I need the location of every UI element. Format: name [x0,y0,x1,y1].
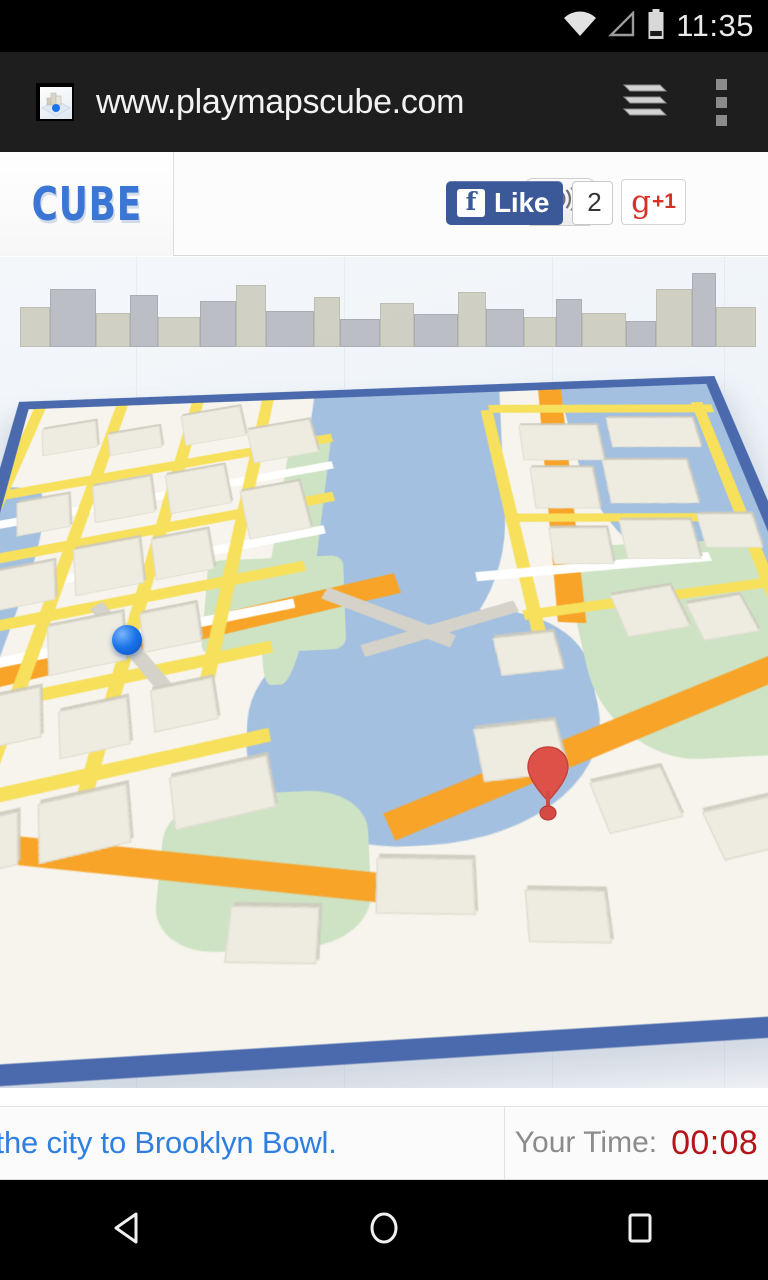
site-header: CUBE g +1 f Like 2 [0,151,768,256]
facebook-f-icon: f [457,188,485,217]
menu-dot-3 [715,114,727,126]
recents-icon [618,1206,662,1255]
building [524,889,612,944]
ring-road-top [488,404,715,413]
overflow-menu-icon[interactable] [698,71,744,133]
building [0,811,19,885]
building [701,796,768,861]
cell-signal-icon [608,9,636,42]
facebook-like-button[interactable]: f Like [446,180,564,225]
game-info-bar: ugh the city to Brooklyn Bowl. Your Time… [0,1106,768,1180]
map-plane[interactable] [0,375,768,1088]
gplus-g-label: g [631,183,651,220]
building [518,424,605,461]
building [529,467,601,509]
building [548,527,615,565]
wifi-icon [563,11,597,42]
building [375,857,476,916]
back-button[interactable] [53,1180,203,1280]
tab-stack-icon[interactable] [614,71,676,133]
game-canvas[interactable] [0,257,768,1088]
building [224,905,320,965]
time-value: 00:08 [671,1123,759,1162]
building [150,528,215,581]
facebook-like-count: 2 [572,180,613,225]
site-logo-text: CUBE [31,176,142,231]
recents-button[interactable] [565,1180,715,1280]
menu-dot-2 [715,96,727,108]
city-skyline [0,257,768,347]
mission-text: ugh the city to Brooklyn Bowl. [0,1125,337,1160]
building [139,602,202,654]
browser-toolbar: www.playmapscube.com [0,52,768,152]
site-logo[interactable]: CUBE [0,151,174,256]
gplus-plus-label: +1 [651,189,676,213]
building [589,766,684,835]
back-icon [106,1206,150,1255]
header-tools: g +1 f Like 2 [174,152,768,256]
building [58,696,131,760]
building [92,475,156,524]
phone-screen: 11:35 www.playmapscube.com CUBE g +1 f L… [0,0,768,1280]
android-nav-bar [0,1180,768,1280]
destination-pin [526,745,570,829]
building [605,417,702,448]
building [0,686,42,754]
site-favicon [36,83,74,121]
home-button[interactable] [309,1180,459,1280]
status-clock: 11:35 [676,8,754,43]
menu-dot-1 [715,78,727,90]
building [492,631,564,676]
building [618,519,702,559]
facebook-like-label: Like [494,186,550,218]
battery-icon [647,8,665,44]
facebook-like-widget: f Like 2 [446,180,613,226]
map-plane-frame [0,375,768,1088]
player-ball [112,625,142,655]
home-icon [362,1206,406,1255]
google-plus-one-button[interactable]: g +1 [621,178,686,225]
android-status-bar: 11:35 [0,0,768,52]
building [601,459,700,504]
building [696,513,764,548]
map-surface [0,383,768,1074]
mission-cell: ugh the city to Brooklyn Bowl. [0,1107,505,1179]
url-text[interactable]: www.playmapscube.com [96,83,614,122]
time-cell: Your Time: 00:08 [505,1107,768,1179]
time-label: Your Time: [514,1126,658,1159]
building [41,420,98,457]
